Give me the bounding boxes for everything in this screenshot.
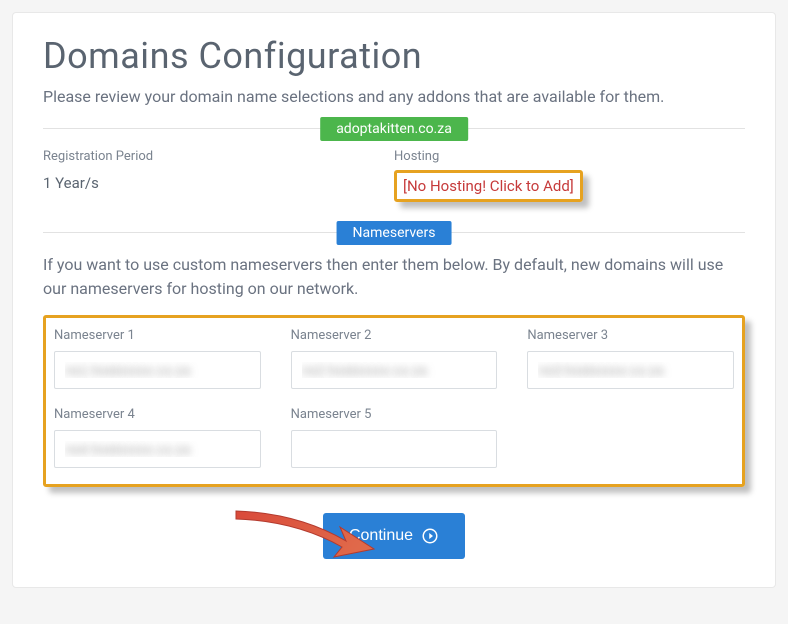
- registration-label: Registration Period: [43, 149, 394, 164]
- hosting-highlight-box: [No Hosting! Click to Add]: [394, 170, 583, 202]
- nameserver-input-2[interactable]: [291, 351, 498, 389]
- domain-meta: Registration Period 1 Year/s Hosting [No…: [43, 149, 745, 206]
- nameserver-input-4[interactable]: [54, 430, 261, 468]
- hosting-add-link[interactable]: [No Hosting! Click to Add]: [397, 173, 580, 199]
- continue-label: Continue: [349, 527, 413, 545]
- nameserver-field-1: Nameserver 1: [54, 328, 261, 389]
- hosting-column: Hosting [No Hosting! Click to Add]: [394, 149, 745, 206]
- nameserver-input-5[interactable]: [291, 430, 498, 468]
- registration-column: Registration Period 1 Year/s: [43, 149, 394, 206]
- nameserver-label: Nameserver 5: [291, 407, 498, 422]
- nameservers-grid: Nameserver 1 Nameserver 2 Nameserver 3 N…: [54, 328, 734, 468]
- nameserver-field-2: Nameserver 2: [291, 328, 498, 389]
- nameserver-field-3: Nameserver 3: [527, 328, 734, 389]
- continue-button[interactable]: Continue: [323, 513, 465, 559]
- nameservers-divider: Nameservers: [43, 232, 745, 233]
- domains-config-card: Domains Configuration Please review your…: [12, 12, 776, 588]
- nameserver-label: Nameserver 2: [291, 328, 498, 343]
- nameserver-field-4: Nameserver 4: [54, 407, 261, 468]
- nameserver-label: Nameserver 1: [54, 328, 261, 343]
- nameservers-help: If you want to use custom nameservers th…: [43, 253, 745, 301]
- domain-badge: adoptakitten.co.za: [320, 117, 468, 141]
- nameserver-input-3[interactable]: [527, 351, 734, 389]
- page-title: Domains Configuration: [43, 35, 745, 77]
- nameservers-highlight-box: Nameserver 1 Nameserver 2 Nameserver 3 N…: [43, 315, 745, 487]
- nameserver-label: Nameserver 3: [527, 328, 734, 343]
- domain-divider: adoptakitten.co.za: [43, 128, 745, 129]
- nameserver-label: Nameserver 4: [54, 407, 261, 422]
- hosting-label: Hosting: [394, 149, 745, 164]
- nameserver-field-5: Nameserver 5: [291, 407, 498, 468]
- nameserver-input-1[interactable]: [54, 351, 261, 389]
- arrow-right-circle-icon: [421, 527, 439, 545]
- registration-value: 1 Year/s: [43, 174, 394, 192]
- page-subtitle: Please review your domain name selection…: [43, 87, 745, 106]
- nameservers-badge: Nameservers: [337, 221, 452, 245]
- action-row: Continue: [43, 513, 745, 559]
